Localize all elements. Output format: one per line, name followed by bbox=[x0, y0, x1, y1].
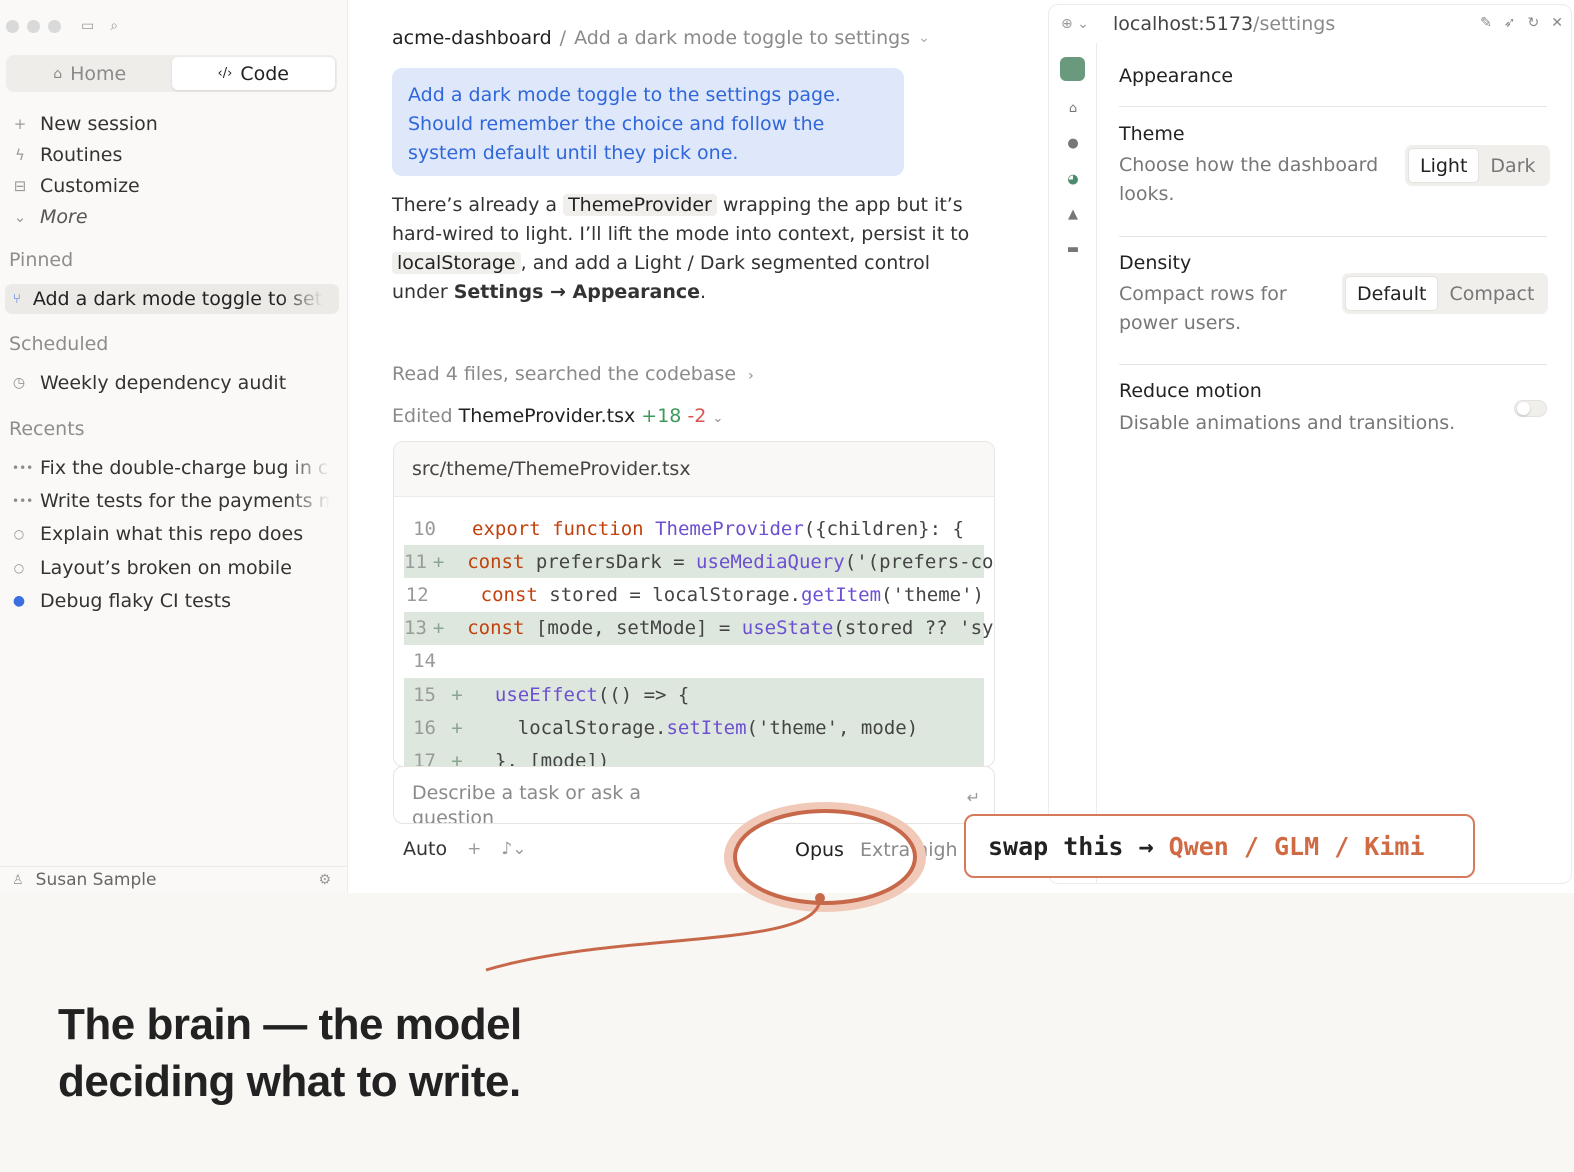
model-alternatives: Qwen / GLM / Kimi bbox=[1168, 831, 1425, 861]
swap-callout: swap this → Qwen / GLM / Kimi bbox=[964, 814, 1475, 878]
highlight-circle bbox=[733, 809, 917, 905]
pointer-line bbox=[485, 897, 822, 972]
highlight-glow bbox=[724, 802, 926, 912]
pointer-dot bbox=[815, 893, 825, 903]
headline: The brain — the model deciding what to w… bbox=[58, 1000, 522, 1106]
